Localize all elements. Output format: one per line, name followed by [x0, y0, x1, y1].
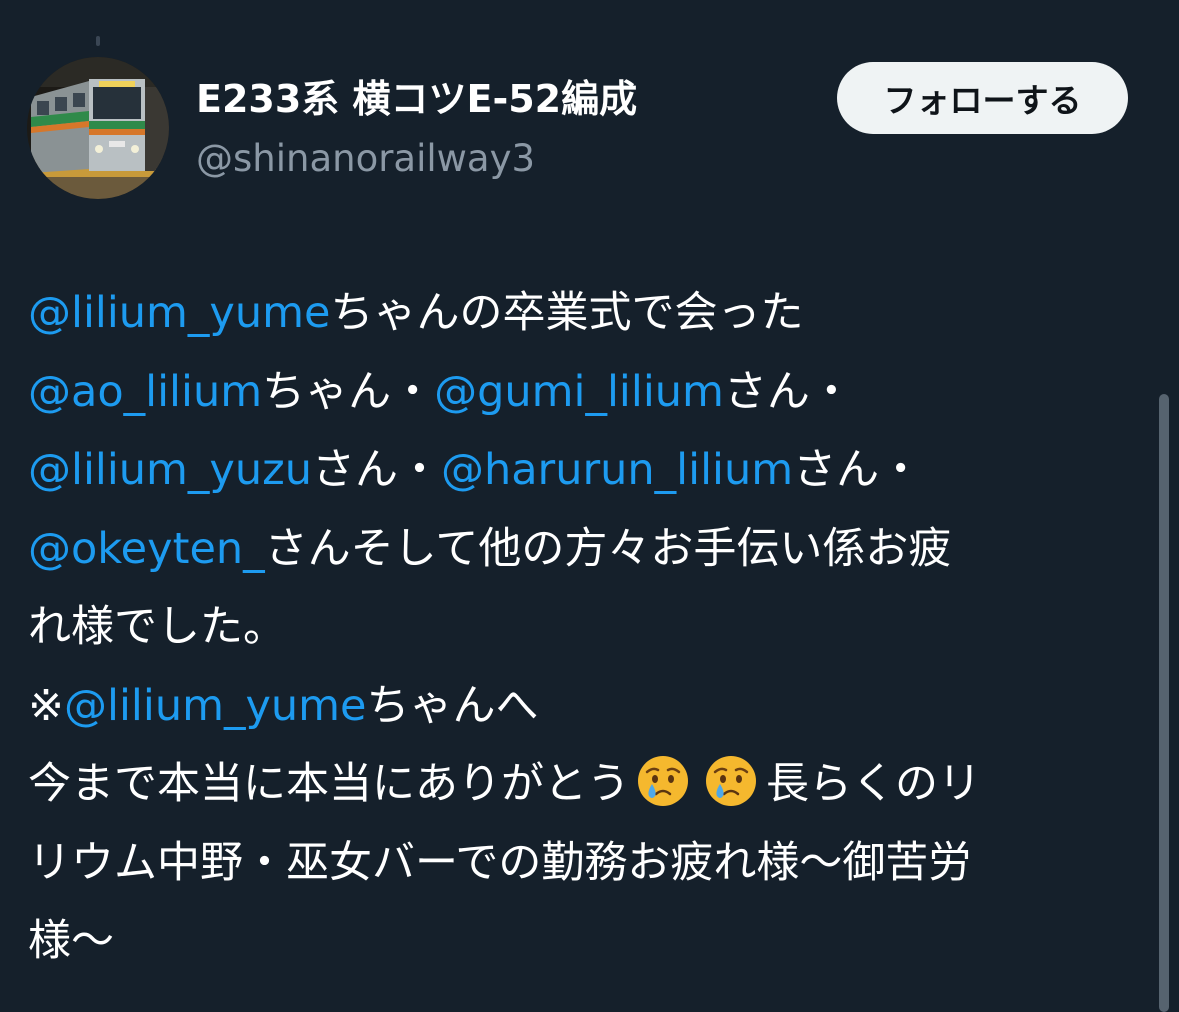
mention-link[interactable]: @lilium_yume	[28, 288, 330, 338]
tweet-text-segment: 今まで本当に本当にありがとう	[28, 759, 630, 809]
scrollbar[interactable]	[1159, 394, 1169, 1012]
tweet-line: @lilium_yumeちゃんの卒業式で会った	[28, 274, 1138, 353]
tweet-text-segment: リウム中野・巫女バーでの勤務お疲れ様〜御苦労	[28, 837, 972, 888]
tweet-text-segment: ちゃんの卒業式で会った	[330, 288, 804, 338]
tweet-text: @lilium_yumeちゃんの卒業式で会った @ao_liliumちゃん・@gu…	[28, 274, 1138, 981]
author-avatar[interactable]	[27, 57, 169, 199]
mention-link[interactable]: @harurun_lilium	[441, 445, 793, 495]
tweet-line: 様〜	[28, 902, 1138, 981]
tweet-line: @okeyten_さんそして他の方々お手伝い係お疲	[28, 510, 1138, 589]
mention-link[interactable]: @lilium_yume	[64, 681, 366, 731]
mention-link[interactable]: @lilium_yuzu	[28, 445, 312, 495]
tweet-text-segment: ちゃんへ	[366, 680, 539, 731]
train-photo-avatar-icon	[27, 57, 169, 199]
tweet-text-segment: ちゃん・	[262, 366, 435, 417]
follow-button[interactable]: フォローする	[837, 62, 1128, 134]
tweet-text-segment: さんそして他の方々お手伝い係お疲	[264, 523, 952, 574]
tweet-text-segment: 長らくのリ	[766, 759, 981, 809]
mention-link[interactable]: @okeyten_	[28, 524, 265, 574]
tweet-line: @lilium_yuzuさん・@harurun_liliumさん・	[28, 431, 1138, 510]
tweet-text-segment: れ様でした。	[28, 602, 286, 652]
mention-link[interactable]: @gumi_lilium	[434, 367, 724, 417]
tweet-text-segment: ※	[28, 680, 65, 731]
crying-face-emoji	[706, 756, 756, 806]
tweet-line: 今まで本当に本当にありがとう 長らくのリ	[28, 745, 1138, 824]
crying-face-emoji	[638, 756, 688, 806]
top-indicator	[96, 36, 100, 46]
mention-link[interactable]: @ao_lilium	[28, 367, 262, 417]
tweet-line: ※@lilium_yumeちゃんへ	[28, 667, 1138, 746]
tweet-line: れ様でした。	[28, 588, 1138, 667]
author-handle[interactable]: @shinanorailway3	[196, 133, 535, 185]
tweet-text-segment: さん・	[793, 445, 923, 495]
tweet-text-segment: 様〜	[28, 916, 114, 966]
author-display-name[interactable]: E233系 横コツE-52編成	[196, 72, 637, 126]
tweet-line: @ao_liliumちゃん・@gumi_liliumさん・	[28, 353, 1138, 432]
tweet-text-segment: さん・	[311, 445, 441, 495]
tweet-text-segment: さん・	[723, 366, 853, 417]
tweet-line: リウム中野・巫女バーでの勤務お疲れ様〜御苦労	[28, 824, 1138, 903]
